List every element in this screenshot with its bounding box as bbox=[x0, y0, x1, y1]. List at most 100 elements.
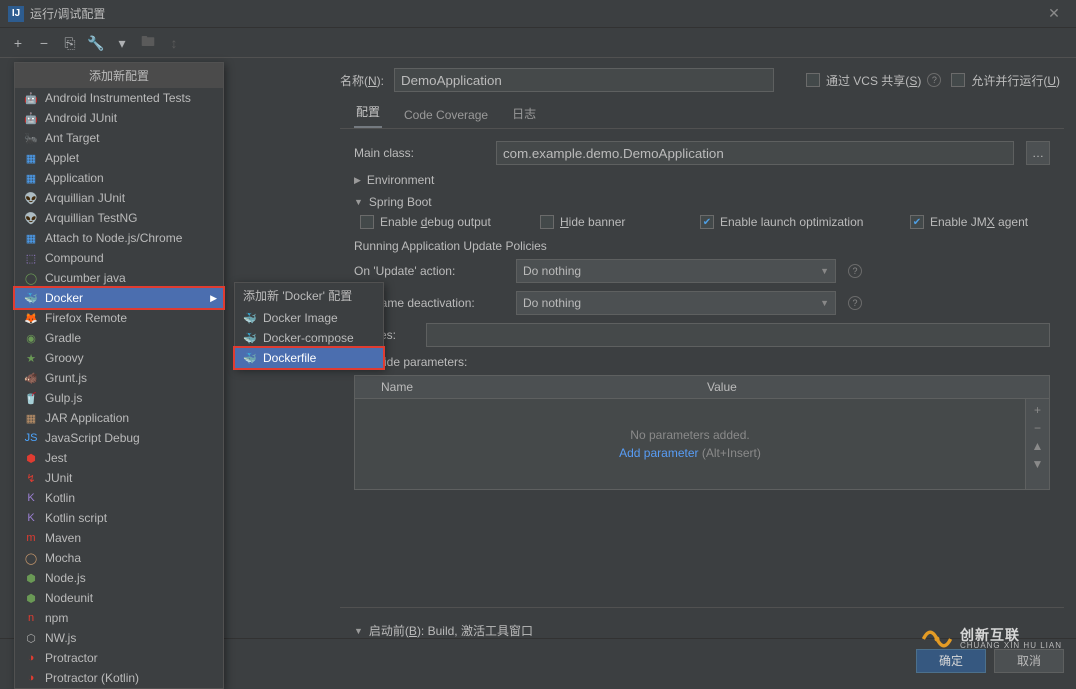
docker-icon: 🐳 bbox=[243, 331, 257, 345]
config-type-item[interactable]: ▦Attach to Node.js/Chrome bbox=[15, 228, 223, 248]
enable-launch-opt-checkbox[interactable]: Enable launch optimization bbox=[700, 215, 910, 229]
config-type-icon: K bbox=[23, 510, 39, 526]
main-class-input[interactable] bbox=[496, 141, 1014, 165]
config-type-item[interactable]: KKotlin script bbox=[15, 508, 223, 528]
config-type-label: Nodeunit bbox=[45, 591, 93, 605]
config-type-item[interactable]: nnpm bbox=[15, 608, 223, 628]
config-type-item[interactable]: ★Groovy bbox=[15, 348, 223, 368]
config-type-label: JAR Application bbox=[45, 411, 129, 425]
enable-jmx-checkbox[interactable]: Enable JMX agent bbox=[910, 215, 1064, 229]
add-parameter-link[interactable]: Add parameter bbox=[619, 446, 698, 460]
move-down-button[interactable]: ▼ bbox=[1032, 457, 1044, 471]
config-type-item[interactable]: 🤖 Android JUnit bbox=[15, 108, 223, 128]
config-type-item[interactable]: ⬡NW.js bbox=[15, 628, 223, 648]
config-type-item[interactable]: ↯JUnit bbox=[15, 468, 223, 488]
remove-param-button[interactable]: − bbox=[1034, 421, 1041, 435]
profiles-input[interactable] bbox=[426, 323, 1050, 347]
help-icon[interactable]: ? bbox=[927, 73, 941, 87]
config-type-item[interactable]: ◑Protractor bbox=[15, 648, 223, 668]
add-config-button[interactable]: + bbox=[8, 33, 28, 53]
add-config-popup: 添加新配置 🤖 Android Instrumented Tests 🤖 Androi… bbox=[14, 62, 224, 689]
config-type-icon: m bbox=[23, 530, 39, 546]
config-type-item[interactable]: ⬢ Jest bbox=[15, 448, 223, 468]
config-type-item[interactable]: 🤖 Android Instrumented Tests bbox=[15, 88, 223, 108]
docker-subtype-item[interactable]: 🐳Dockerfile bbox=[235, 348, 383, 368]
config-type-item[interactable]: ⬚Compound bbox=[15, 248, 223, 268]
share-via-vcs-checkbox[interactable]: 通过 VCS 共享(S) ? bbox=[806, 72, 941, 89]
config-type-item[interactable]: ◑Protractor (Kotlin) bbox=[15, 668, 223, 688]
config-type-item[interactable]: 👽Arquillian TestNG bbox=[15, 208, 223, 228]
config-type-label: Android Instrumented Tests bbox=[45, 91, 191, 105]
config-type-item[interactable]: ▦ JAR Application bbox=[15, 408, 223, 428]
config-type-item[interactable]: m Maven bbox=[15, 528, 223, 548]
config-type-item[interactable]: K Kotlin bbox=[15, 488, 223, 508]
config-type-item[interactable]: ▦Applet bbox=[15, 148, 223, 168]
config-type-item[interactable]: ⬢Node.js bbox=[15, 568, 223, 588]
docker-subtype-item[interactable]: 🐳 Docker-compose bbox=[235, 328, 383, 348]
config-type-icon: 🥤 bbox=[23, 390, 39, 406]
config-type-item[interactable]: ▦Application bbox=[15, 168, 223, 188]
config-type-label: Grunt.js bbox=[45, 371, 87, 385]
docker-subtype-label: Docker-compose bbox=[263, 331, 354, 345]
no-params-label: No parameters added. bbox=[630, 428, 749, 442]
copy-config-button[interactable]: ⎘ bbox=[60, 33, 80, 53]
config-type-item[interactable]: 🦊Firefox Remote bbox=[15, 308, 223, 328]
config-type-icon: ⬢ bbox=[23, 450, 39, 466]
config-type-item[interactable]: 🐗Grunt.js bbox=[15, 368, 223, 388]
docker-submenu-popup: 添加新 'Docker' 配置 🐳Docker Image🐳Docker-com… bbox=[234, 282, 384, 369]
on-update-dropdown[interactable]: Do nothing▼ bbox=[516, 259, 836, 283]
help-icon[interactable]: ? bbox=[848, 296, 862, 310]
name-input[interactable] bbox=[394, 68, 774, 92]
add-param-button[interactable]: + bbox=[1034, 403, 1041, 417]
chevron-down-icon: ▼ bbox=[820, 266, 829, 276]
config-type-label: Groovy bbox=[45, 351, 84, 365]
folder-button[interactable]: 🖿 bbox=[138, 33, 158, 53]
sort-button[interactable]: ↕ bbox=[164, 33, 184, 53]
config-type-label: Android JUnit bbox=[45, 111, 117, 125]
config-type-label: Jest bbox=[45, 451, 67, 465]
config-type-icon: ↯ bbox=[23, 470, 39, 486]
config-type-item[interactable]: ◉Gradle bbox=[15, 328, 223, 348]
browse-main-class-button[interactable]: … bbox=[1026, 141, 1050, 165]
config-type-icon: ◑ bbox=[23, 650, 39, 666]
config-type-item[interactable]: 🐜Ant Target bbox=[15, 128, 223, 148]
on-frame-dropdown[interactable]: Do nothing▼ bbox=[516, 291, 836, 315]
config-type-icon: 🐳 bbox=[23, 290, 39, 306]
config-type-item[interactable]: 🥤Gulp.js bbox=[15, 388, 223, 408]
config-type-label: JavaScript Debug bbox=[45, 431, 140, 445]
config-type-icon: ▦ bbox=[23, 170, 39, 186]
environment-expander[interactable]: ▶ Environment bbox=[354, 173, 1050, 187]
settings-dropdown-icon[interactable]: ▾ bbox=[112, 33, 132, 53]
config-type-icon: ▦ bbox=[23, 410, 39, 426]
hide-banner-checkbox[interactable]: Hide banner bbox=[540, 215, 700, 229]
config-type-item[interactable]: ⬢Nodeunit bbox=[15, 588, 223, 608]
docker-subtype-label: Docker Image bbox=[263, 311, 338, 325]
watermark: 创新互联 CHUANG XIN HU LIAN bbox=[920, 622, 1062, 656]
config-type-item[interactable]: 👽Arquillian JUnit bbox=[15, 188, 223, 208]
config-type-item[interactable]: 🐳Docker▶ bbox=[15, 288, 223, 308]
help-icon[interactable]: ? bbox=[848, 264, 862, 278]
tab-logs[interactable]: 日志 bbox=[510, 101, 538, 128]
config-type-icon: 🤖 bbox=[23, 90, 39, 106]
tab-code-coverage[interactable]: Code Coverage bbox=[402, 102, 490, 128]
enable-debug-checkbox[interactable]: Enable debug output bbox=[360, 215, 540, 229]
settings-button[interactable]: 🔧 bbox=[86, 33, 106, 53]
remove-config-button[interactable]: − bbox=[34, 33, 54, 53]
close-icon[interactable]: ✕ bbox=[1040, 0, 1068, 28]
config-type-icon: 🤖 bbox=[23, 110, 39, 126]
config-type-label: Maven bbox=[45, 531, 81, 545]
config-type-item[interactable]: JSJavaScript Debug bbox=[15, 428, 223, 448]
config-type-icon: K bbox=[23, 490, 39, 506]
config-type-icon: ▦ bbox=[23, 150, 39, 166]
spring-boot-expander[interactable]: ▼ Spring Boot bbox=[354, 195, 1050, 209]
move-up-button[interactable]: ▲ bbox=[1032, 439, 1044, 453]
tab-config[interactable]: 配置 bbox=[354, 101, 382, 128]
config-type-label: Arquillian JUnit bbox=[45, 191, 125, 205]
config-type-label: Kotlin bbox=[45, 491, 75, 505]
popup-header: 添加新配置 bbox=[15, 63, 223, 88]
allow-parallel-checkbox[interactable]: 允许并行运行(U) bbox=[951, 72, 1060, 89]
config-toolbar: + − ⎘ 🔧 ▾ 🖿 ↕ bbox=[0, 29, 1076, 58]
config-type-item[interactable]: ◯Cucumber java bbox=[15, 268, 223, 288]
docker-subtype-item[interactable]: 🐳Docker Image bbox=[235, 308, 383, 328]
config-type-item[interactable]: ◯Mocha bbox=[15, 548, 223, 568]
